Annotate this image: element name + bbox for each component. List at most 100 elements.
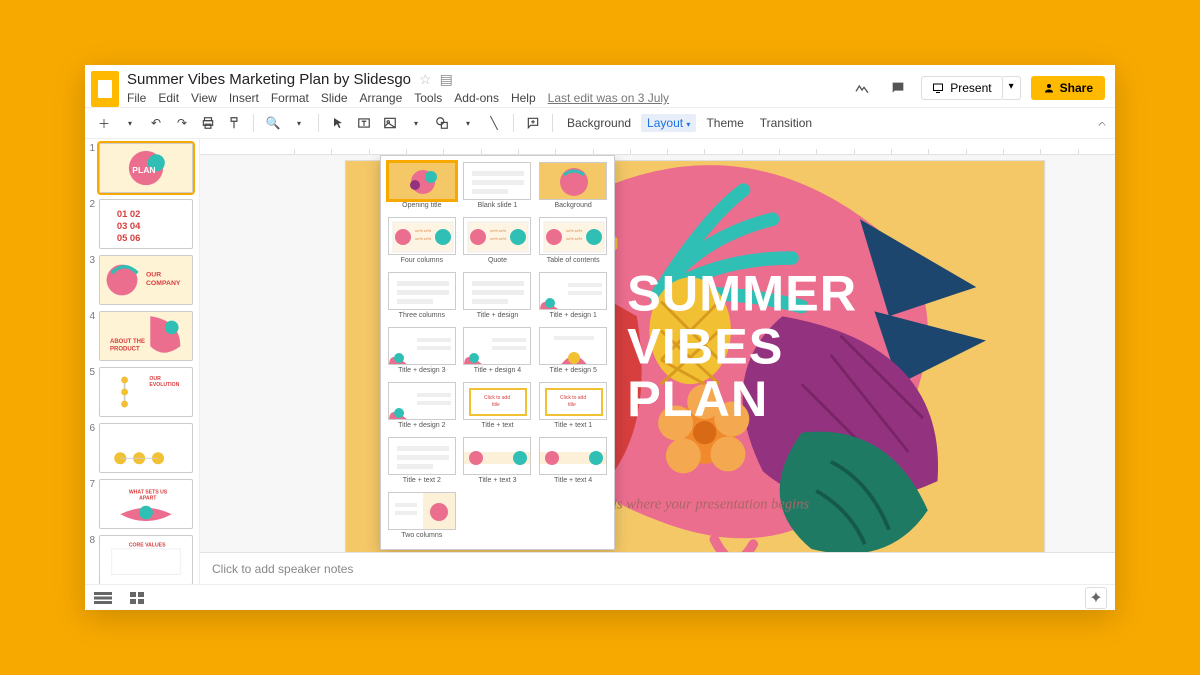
slides-logo-icon <box>91 71 119 107</box>
layout-option[interactable]: Click to addtitleTitle + text <box>463 382 533 433</box>
layout-option[interactable]: Three columns <box>387 272 457 323</box>
layout-option[interactable]: Title + design <box>463 272 533 323</box>
layout-thumbnail <box>463 272 531 310</box>
move-folder-icon[interactable]: ▤ <box>440 71 453 88</box>
theme-button[interactable]: Theme <box>700 114 749 132</box>
collapse-toolbar-icon[interactable]: ᨈ <box>1099 118 1108 129</box>
paint-format-button[interactable] <box>223 112 245 134</box>
new-slide-dropdown[interactable]: ▾ <box>119 112 141 134</box>
select-tool[interactable] <box>327 112 349 134</box>
slide-thumbnail[interactable] <box>99 423 193 473</box>
present-button[interactable]: Present <box>921 76 1002 100</box>
slide-thumbnail[interactable]: WHAT SETS USAPART <box>99 479 193 529</box>
layout-option[interactable]: Blank slide 1 <box>463 162 533 213</box>
thumbnail-row: 4ABOUT THEPRODUCT <box>87 311 193 361</box>
svg-text:01 02: 01 02 <box>117 208 141 219</box>
svg-text:OUR: OUR <box>146 272 161 279</box>
doc-title[interactable]: Summer Vibes Marketing Plan by Slidesgo <box>127 71 411 88</box>
redo-button[interactable]: ↷ <box>171 112 193 134</box>
menu-format[interactable]: Format <box>271 91 309 105</box>
layout-option[interactable]: Two columns <box>387 492 457 543</box>
share-label: Share <box>1060 81 1093 95</box>
image-tool[interactable] <box>379 112 401 134</box>
layout-label: Title + text 1 <box>554 422 592 429</box>
chevron-down-icon: ▾ <box>686 120 690 129</box>
layout-option[interactable]: xx% xx%xx% xx%Quote <box>463 217 533 268</box>
layout-option[interactable]: Title + design 1 <box>538 272 608 323</box>
zoom-dropdown[interactable]: ▾ <box>288 112 310 134</box>
layout-label: Opening title <box>402 202 441 209</box>
layout-thumbnail <box>388 162 456 200</box>
layout-option[interactable]: Title + design 2 <box>387 382 457 433</box>
layout-option[interactable]: Title + design 3 <box>387 327 457 378</box>
slide-thumbnail[interactable]: CORE VALUES <box>99 535 193 584</box>
explore-button[interactable]: ✦ <box>1085 587 1107 609</box>
layout-option[interactable]: Title + design 5 <box>538 327 608 378</box>
menu-addons[interactable]: Add-ons <box>454 91 499 105</box>
present-dropdown[interactable]: ▾ <box>1003 76 1021 100</box>
layout-thumbnail <box>539 162 607 200</box>
menu-tools[interactable]: Tools <box>414 91 442 105</box>
star-icon[interactable]: ☆ <box>419 71 432 88</box>
svg-text:OUR: OUR <box>149 376 161 382</box>
line-tool[interactable]: ╲ <box>483 112 505 134</box>
slide-thumbnail[interactable]: 01 0203 0405 06 <box>99 199 193 249</box>
layout-dropdown-panel[interactable]: Opening titleBlank slide 1Backgroundxx% … <box>380 155 615 550</box>
menu-insert[interactable]: Insert <box>229 91 259 105</box>
comment-tool[interactable] <box>522 112 544 134</box>
layout-option[interactable]: Title + text 3 <box>463 437 533 488</box>
menu-arrange[interactable]: Arrange <box>360 91 403 105</box>
svg-text:EVOLUTION: EVOLUTION <box>149 382 179 388</box>
layout-option[interactable]: Title + text 4 <box>538 437 608 488</box>
svg-text:ABOUT THE: ABOUT THE <box>110 339 145 345</box>
slide-thumbnails-panel[interactable]: 1PLAN201 0203 0405 063OURCOMPANY4ABOUT T… <box>85 139 200 584</box>
layout-thumbnail: Click to addtitle <box>463 382 531 420</box>
new-slide-button[interactable]: ＋ <box>93 112 115 134</box>
layout-label: Title + text 3 <box>478 477 516 484</box>
view-bar: ✦ <box>85 584 1115 610</box>
slide-title[interactable]: SUMMER VIBES PLAN <box>627 268 857 427</box>
layout-option[interactable]: Click to addtitleTitle + text 1 <box>538 382 608 433</box>
share-button[interactable]: Share <box>1031 76 1105 100</box>
thumbnail-number: 8 <box>87 535 95 546</box>
layout-option[interactable]: xx% xx%xx% xx%Table of contents <box>538 217 608 268</box>
app-window: Summer Vibes Marketing Plan by Slidesgo … <box>85 65 1115 610</box>
transition-button[interactable]: Transition <box>754 114 818 132</box>
menu-view[interactable]: View <box>191 91 217 105</box>
background-button[interactable]: Background <box>561 114 637 132</box>
shape-dropdown[interactable]: ▾ <box>457 112 479 134</box>
speaker-notes[interactable]: Click to add speaker notes <box>200 552 1115 584</box>
layout-option[interactable]: Title + design 4 <box>463 327 533 378</box>
menu-edit[interactable]: Edit <box>158 91 179 105</box>
filmstrip-view-icon[interactable] <box>93 591 113 605</box>
menu-help[interactable]: Help <box>511 91 536 105</box>
layout-option[interactable]: Opening title <box>387 162 457 213</box>
print-button[interactable] <box>197 112 219 134</box>
layout-option[interactable]: xx% xx%xx% xx%Four columns <box>387 217 457 268</box>
textbox-tool[interactable] <box>353 112 375 134</box>
zoom-button[interactable]: 🔍 <box>262 112 284 134</box>
image-dropdown[interactable]: ▾ <box>405 112 427 134</box>
comments-icon[interactable] <box>885 75 911 101</box>
slide-thumbnail[interactable]: OUREVOLUTION <box>99 367 193 417</box>
slide-thumbnail[interactable]: PLAN <box>99 143 193 193</box>
last-edit-link[interactable]: Last edit was on 3 July <box>548 91 669 105</box>
grid-view-icon[interactable] <box>127 591 147 605</box>
slide-thumbnail[interactable]: OURCOMPANY <box>99 255 193 305</box>
menu-file[interactable]: File <box>127 91 146 105</box>
svg-text:CORE VALUES: CORE VALUES <box>129 542 166 548</box>
layout-thumbnail <box>388 437 456 475</box>
layout-button[interactable]: Layout ▾ <box>641 114 696 132</box>
undo-button[interactable]: ↶ <box>145 112 167 134</box>
slide-editor[interactable]: SUMMER VIBES PLAN Here is where your pre… <box>200 155 1115 552</box>
menu-slide[interactable]: Slide <box>321 91 348 105</box>
slide-thumbnail[interactable]: ABOUT THE PRODUCT <box>99 311 193 361</box>
svg-text:PRODUCT: PRODUCT <box>110 347 140 353</box>
thumbnail-row: 3OURCOMPANY <box>87 255 193 305</box>
layout-option[interactable]: Title + text 2 <box>387 437 457 488</box>
activity-icon[interactable] <box>849 75 875 101</box>
layout-option[interactable]: Background <box>538 162 608 213</box>
canvas-area: SUMMER VIBES PLAN Here is where your pre… <box>200 139 1115 584</box>
shape-tool[interactable] <box>431 112 453 134</box>
workspace: 1PLAN201 0203 0405 063OURCOMPANY4ABOUT T… <box>85 139 1115 584</box>
